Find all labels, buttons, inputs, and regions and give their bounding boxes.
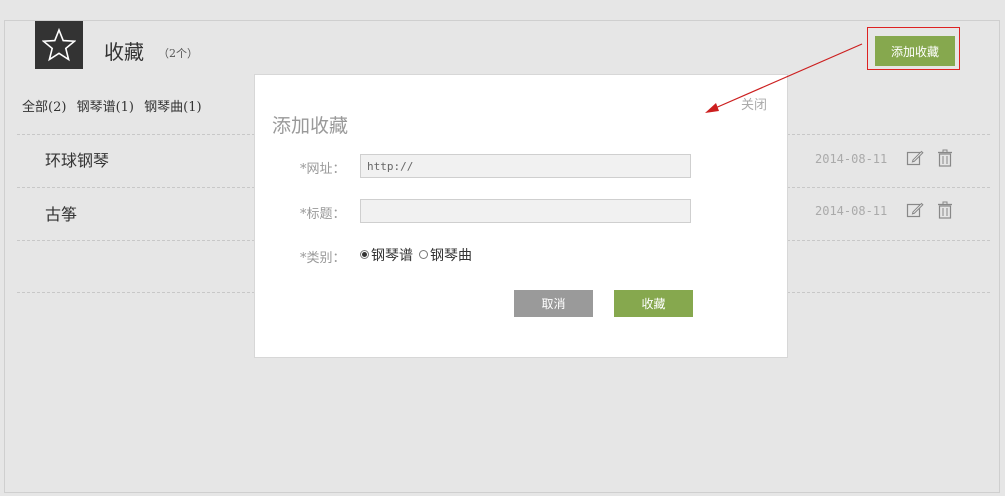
dialog-title: 添加收藏: [272, 115, 349, 137]
edit-icon[interactable]: [906, 201, 924, 219]
category-radio-group: 钢琴谱 钢琴曲: [360, 245, 478, 265]
filter-all[interactable]: 全部(2): [22, 100, 66, 115]
list-item-title[interactable]: 环球钢琴: [45, 147, 109, 171]
list-item-date: 2014-08-11: [815, 152, 888, 166]
star-icon: [35, 21, 83, 69]
title-label: *标题：: [300, 207, 346, 222]
edit-icon[interactable]: [906, 149, 924, 167]
radio-piano-music-label[interactable]: 钢琴曲: [430, 245, 472, 265]
filter-piano-score[interactable]: 钢琴谱(1): [77, 100, 134, 115]
add-favorite-dialog: 添加收藏 关闭 *网址： *标题： *类别： 钢琴谱 钢琴曲 取消 收藏: [254, 74, 788, 358]
page-title: 收藏: [104, 40, 144, 64]
filter-piano-music[interactable]: 钢琴曲(1): [144, 100, 201, 115]
close-link[interactable]: 关闭: [741, 94, 767, 113]
favorites-count: （2个）: [158, 47, 198, 60]
url-label: *网址：: [300, 162, 346, 177]
radio-piano-score-label[interactable]: 钢琴谱: [371, 245, 413, 265]
radio-piano-score[interactable]: [360, 249, 369, 259]
delete-icon[interactable]: [936, 201, 954, 219]
radio-piano-music[interactable]: [419, 249, 428, 259]
title-input[interactable]: [360, 199, 691, 223]
cancel-button[interactable]: 取消: [514, 290, 593, 317]
save-button[interactable]: 收藏: [614, 290, 693, 317]
delete-icon[interactable]: [936, 149, 954, 167]
list-item-date: 2014-08-11: [815, 204, 888, 218]
category-label: *类别：: [300, 251, 346, 266]
list-item-title[interactable]: 古筝: [45, 201, 77, 225]
category-filter-bar: 全部(2) 钢琴谱(1) 钢琴曲(1): [22, 96, 208, 115]
add-favorite-button[interactable]: 添加收藏: [875, 36, 955, 66]
url-input[interactable]: [360, 154, 691, 178]
